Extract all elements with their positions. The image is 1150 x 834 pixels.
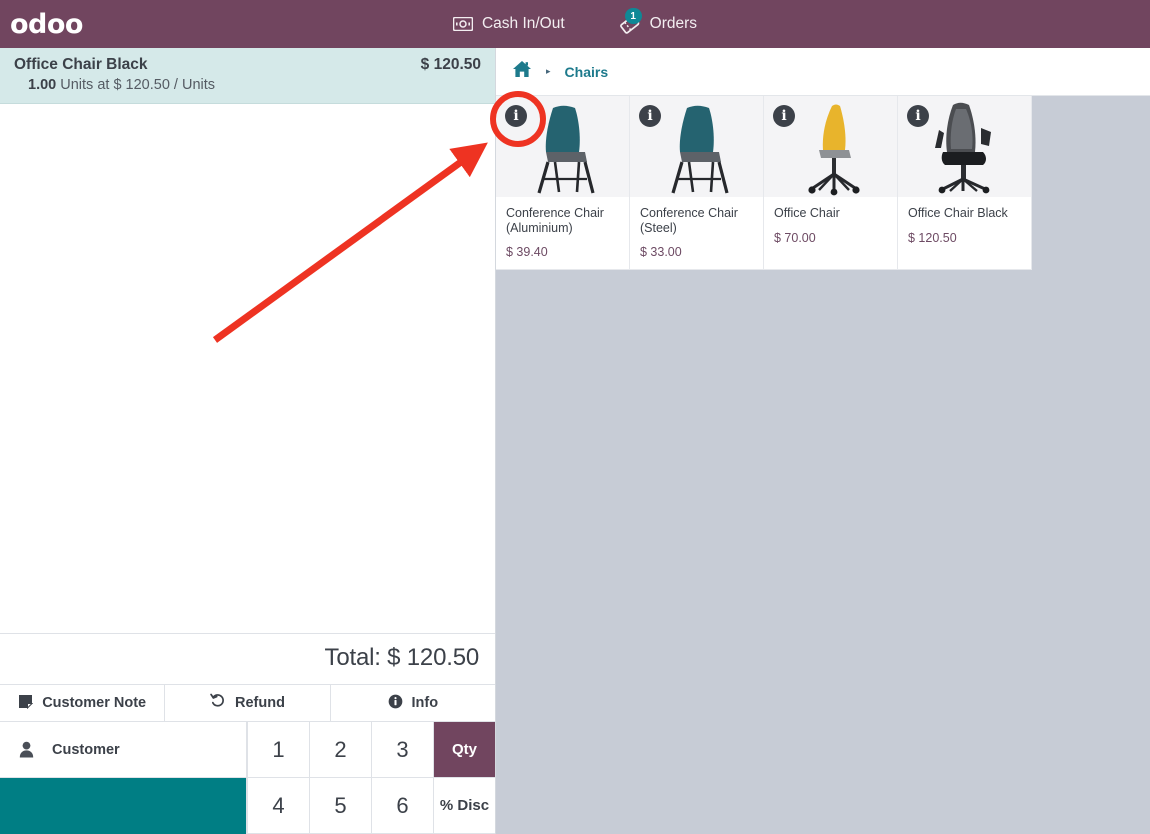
product-info: Conference Chair (Aluminium) $ 39.40 (496, 197, 629, 269)
numpad-zone: Customer 1 2 3 Qty 4 5 6 % Disc (0, 722, 495, 834)
order-total-label: Total: $ 120.50 (324, 644, 480, 671)
product-card[interactable]: i Conference Chair (Aluminium) $ 39.40 (496, 96, 630, 270)
order-action-bar: Customer Note Refund Info (0, 684, 495, 722)
odoo-logo[interactable]: odoo (10, 11, 83, 38)
order-line-product-name: Office Chair Black (14, 56, 148, 73)
pos-app: odoo Cash In/Out 1 Orders Office Chair B… (0, 0, 1150, 834)
numpad-grid: 1 2 3 Qty 4 5 6 % Disc (247, 722, 495, 834)
order-panel: Office Chair Black $ 120.50 1.00 Units a… (0, 48, 496, 834)
product-info: Conference Chair (Steel) $ 33.00 (630, 197, 763, 269)
product-info: Office Chair Black $ 120.50 (898, 197, 1031, 263)
numpad-key-6[interactable]: 6 (371, 778, 433, 834)
orders-label: Orders (649, 15, 698, 32)
top-navigation-bar: odoo Cash In/Out 1 Orders (0, 0, 1150, 48)
breadcrumb-category[interactable]: Chairs (565, 64, 609, 80)
numpad-key-2[interactable]: 2 (309, 722, 371, 778)
product-image: i (898, 96, 1031, 197)
product-info: Office Chair $ 70.00 (764, 197, 897, 263)
chair-black-mesh-image (934, 102, 991, 194)
info-circle-icon[interactable]: i (639, 105, 661, 127)
product-card[interactable]: i Conference Chair (Steel) $ 33.00 (630, 96, 764, 270)
banknote-icon (452, 17, 473, 31)
topbar-actions: Cash In/Out 1 Orders (0, 8, 1150, 34)
undo-icon (210, 693, 226, 713)
main-content: Office Chair Black $ 120.50 1.00 Units a… (0, 48, 1150, 834)
order-line-qty: 1.00 (28, 77, 57, 93)
numpad-mode-qty[interactable]: Qty (433, 722, 495, 778)
breadcrumb: ▸ Chairs (496, 48, 1150, 96)
chair-teal-steel-image (670, 105, 729, 194)
refund-button[interactable]: Refund (165, 685, 331, 721)
pay-button[interactable] (0, 778, 247, 834)
product-name: Conference Chair (Aluminium) (506, 206, 604, 235)
customer-note-button[interactable]: Customer Note (0, 685, 166, 721)
product-grid: i Conference Chair (Aluminium) $ 39.40 i… (496, 96, 1150, 270)
info-button[interactable]: Info (330, 685, 495, 721)
product-price: $ 33.00 (640, 245, 682, 259)
order-line-header: Office Chair Black $ 120.50 (14, 56, 481, 74)
product-price: $ 39.40 (506, 245, 548, 259)
product-name: Conference Chair (Steel) (640, 206, 738, 235)
numpad-key-5[interactable]: 5 (309, 778, 371, 834)
info-circle-icon[interactable]: i (907, 105, 929, 127)
customer-button[interactable]: Customer (0, 722, 247, 778)
numpad-mode-discount[interactable]: % Disc (433, 778, 495, 834)
product-name: Office Chair Black (908, 206, 1008, 220)
numpad-key-4[interactable]: 4 (247, 778, 309, 834)
numpad-key-1[interactable]: 1 (247, 722, 309, 778)
product-panel: ▸ Chairs i Conference Chair (Aluminium) … (496, 48, 1150, 834)
sticky-note-icon (18, 694, 34, 713)
orders-button[interactable]: 1 Orders (619, 8, 698, 34)
left-pad-column: Customer (0, 722, 247, 834)
info-circle-icon[interactable]: i (505, 105, 527, 127)
product-card[interactable]: i (898, 96, 1032, 270)
order-line-unit-text: Units at $ 120.50 / Units (56, 77, 216, 93)
home-icon[interactable] (512, 60, 532, 83)
order-lines-list: Office Chair Black $ 120.50 1.00 Units a… (0, 48, 495, 633)
product-image: i (764, 96, 897, 197)
refund-label: Refund (235, 695, 285, 711)
info-circle-icon[interactable]: i (773, 105, 795, 127)
product-image: i (496, 96, 629, 197)
customer-note-label: Customer Note (42, 695, 147, 711)
product-name: Office Chair (774, 206, 840, 220)
info-label: Info (411, 695, 439, 711)
chair-teal-aluminium-image (536, 105, 595, 194)
cash-in-out-label: Cash In/Out (481, 15, 565, 32)
order-total-row: Total: $ 120.50 (0, 633, 495, 684)
product-price: $ 120.50 (908, 230, 957, 245)
breadcrumb-separator: ▸ (546, 66, 551, 76)
order-line-detail: 1.00 Units at $ 120.50 / Units (14, 77, 481, 93)
customer-button-label: Customer (52, 741, 120, 758)
chair-yellow-swivel-image (807, 104, 860, 196)
numpad-key-3[interactable]: 3 (371, 722, 433, 778)
order-line-price: $ 120.50 (420, 56, 481, 73)
cash-in-out-button[interactable]: Cash In/Out (452, 15, 565, 33)
info-circle-icon (388, 694, 403, 713)
orders-count-badge: 1 (624, 8, 642, 24)
product-card[interactable]: i (764, 96, 898, 270)
user-icon (0, 741, 52, 758)
product-image: i (630, 96, 763, 197)
order-line-selected[interactable]: Office Chair Black $ 120.50 1.00 Units a… (0, 48, 495, 104)
product-price: $ 70.00 (774, 230, 816, 245)
